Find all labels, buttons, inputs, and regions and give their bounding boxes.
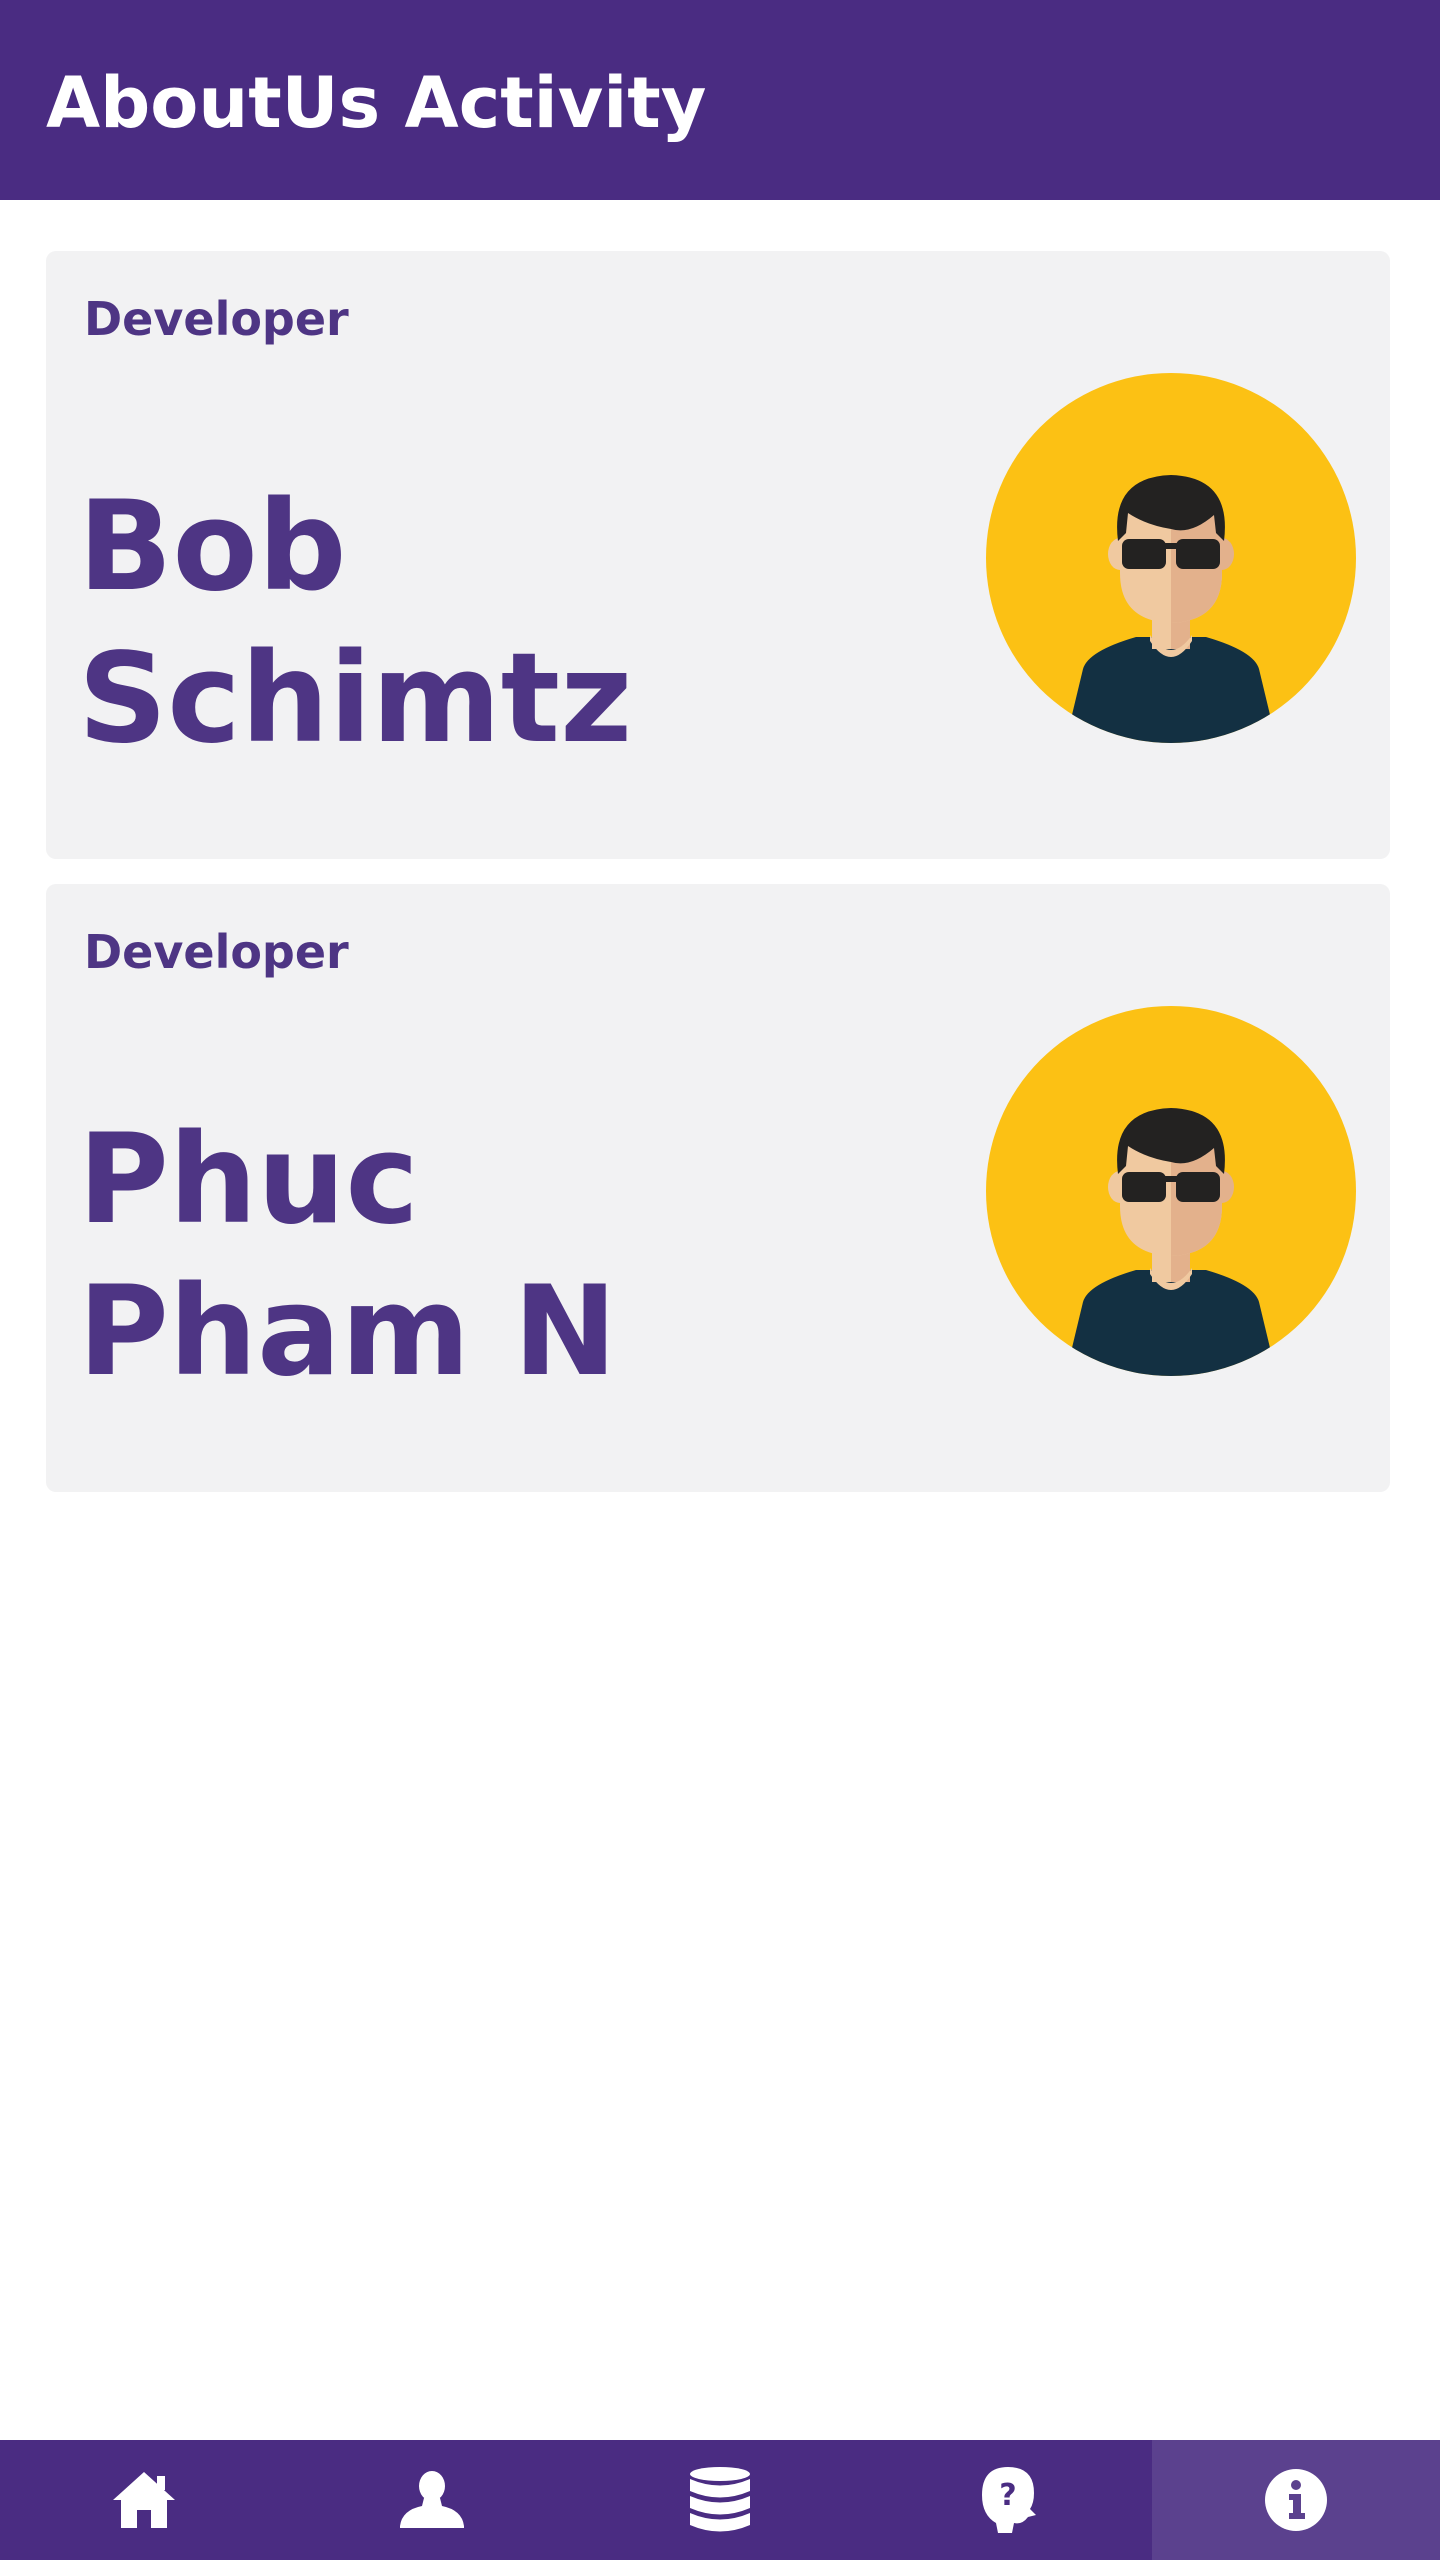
developer-name: Phuc Pham N	[78, 1104, 617, 1408]
developer-card: Developer Phuc Pham N	[46, 884, 1390, 1492]
nav-profile-button[interactable]	[288, 2440, 576, 2560]
home-icon	[113, 2472, 175, 2528]
app-title: AboutUs Activity	[46, 62, 707, 144]
developer-avatar-icon	[986, 1006, 1356, 1376]
developer-role: Developer	[84, 292, 349, 346]
developer-first-name: Phuc	[78, 1108, 419, 1252]
nav-home-button[interactable]	[0, 2440, 288, 2560]
bottom-navigation: ?	[0, 2440, 1440, 2560]
help-head-icon: ?	[982, 2467, 1036, 2533]
nav-database-button[interactable]	[576, 2440, 864, 2560]
developer-role: Developer	[84, 925, 349, 979]
nav-info-button[interactable]	[1152, 2440, 1440, 2560]
database-icon	[690, 2467, 750, 2532]
info-icon	[1265, 2469, 1327, 2531]
developer-first-name: Bob	[78, 475, 347, 619]
nav-help-button[interactable]: ?	[864, 2440, 1152, 2560]
developer-last-name: Pham N	[78, 1260, 617, 1404]
developer-last-name: Schimtz	[78, 627, 633, 771]
developer-card: Developer Bob Schimtz	[46, 251, 1390, 859]
developer-name: Bob Schimtz	[78, 471, 632, 775]
app-bar: AboutUs Activity	[0, 0, 1440, 200]
about-us-screen: AboutUs Activity Developer Bob Schimtz D…	[0, 0, 1440, 2560]
svg-text:?: ?	[999, 2478, 1016, 2513]
developer-avatar-icon	[986, 373, 1356, 743]
person-icon	[400, 2471, 464, 2528]
